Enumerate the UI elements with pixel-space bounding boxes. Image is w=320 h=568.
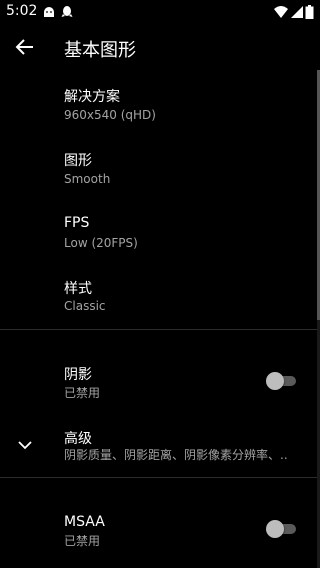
wifi-icon (274, 6, 288, 18)
setting-style[interactable]: 样式 Classic (0, 272, 317, 326)
setting-resolution-value: 960x540 (qHD) (64, 108, 156, 122)
section-divider (0, 329, 317, 330)
setting-shadows[interactable]: 阴影 已禁用 (0, 358, 317, 406)
back-arrow-icon[interactable] (14, 36, 36, 58)
setting-fps-value: Low (20FPS) (64, 236, 138, 250)
android-notification-icon (44, 7, 54, 17)
chevron-down-icon (18, 441, 32, 450)
setting-resolution-label: 解决方案 (64, 89, 120, 105)
status-time: 5:02 (6, 3, 38, 19)
setting-graphics[interactable]: 图形 Smooth (0, 144, 317, 198)
setting-advanced-value: 阴影质量、阴影距离、阴影像素分辨率、.. (64, 448, 288, 462)
msaa-toggle-knob (266, 520, 284, 538)
setting-resolution[interactable]: 解决方案 960x540 (qHD) (0, 80, 317, 134)
shadows-toggle[interactable] (266, 372, 296, 390)
setting-style-value: Classic (64, 299, 106, 313)
setting-msaa[interactable]: MSAA 已禁用 (0, 508, 317, 556)
app-bar: 基本图形 (0, 24, 320, 70)
setting-fps[interactable]: FPS Low (20FPS) (0, 208, 317, 262)
setting-fps-label: FPS (64, 215, 90, 231)
setting-shadows-label: 阴影 (64, 367, 92, 383)
setting-msaa-label: MSAA (64, 514, 105, 530)
signal-icon (291, 6, 303, 18)
shadows-toggle-knob (266, 372, 284, 390)
section-divider (0, 477, 317, 478)
battery-icon (305, 5, 314, 19)
setting-shadows-value: 已禁用 (64, 386, 101, 400)
qq-notification-icon (61, 6, 73, 17)
setting-advanced-label: 高级 (64, 431, 92, 447)
setting-msaa-value: 已禁用 (64, 534, 101, 548)
status-bar: 5:02 (0, 0, 320, 24)
setting-graphics-label: 图形 (64, 153, 92, 169)
msaa-toggle[interactable] (266, 520, 296, 538)
setting-advanced[interactable]: 高级 阴影质量、阴影距离、阴影像素分辨率、.. (0, 424, 317, 468)
setting-graphics-value: Smooth (64, 172, 111, 186)
setting-style-label: 样式 (64, 281, 92, 297)
page-title: 基本图形 (64, 40, 136, 61)
